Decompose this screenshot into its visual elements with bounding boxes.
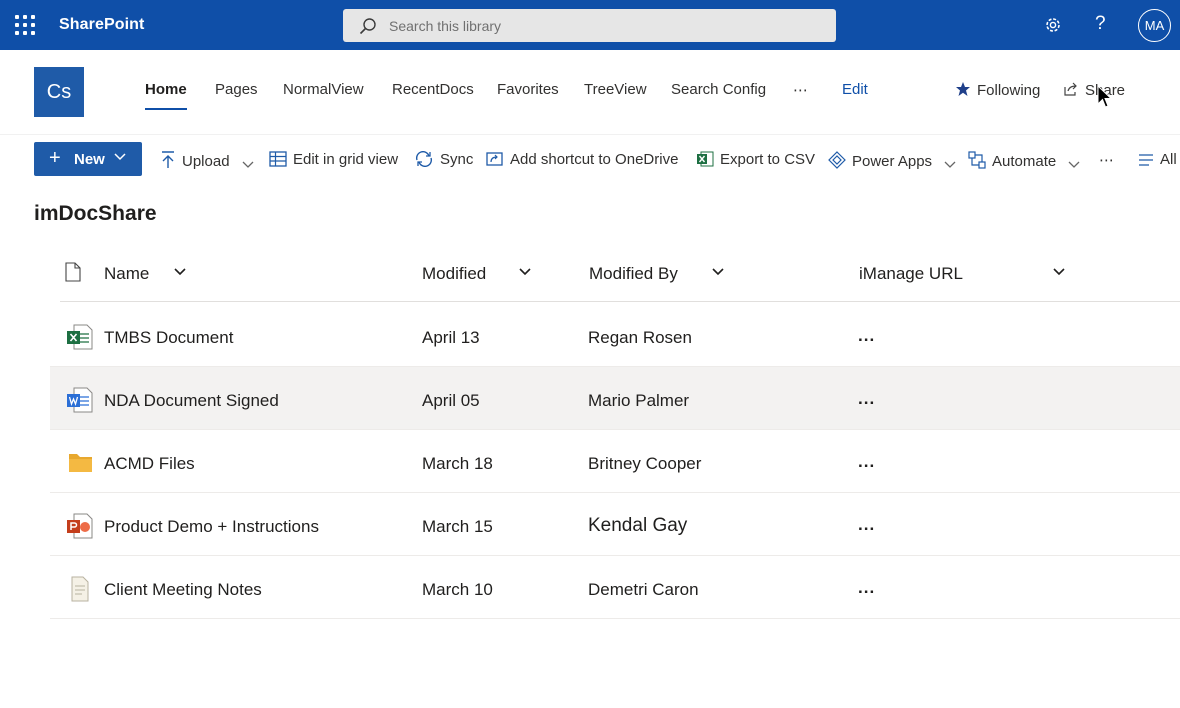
chevron-down-icon: [114, 153, 126, 161]
table-row[interactable]: ACMD Files March 18 Britney Cooper ...: [50, 430, 1180, 493]
imanage-url[interactable]: ...: [858, 389, 875, 409]
folder-icon: [69, 454, 92, 472]
nav-normalview[interactable]: NormalView: [283, 81, 364, 98]
modified-date: April 13: [422, 328, 480, 347]
plus-icon: +: [49, 147, 61, 169]
chevron-down-icon[interactable]: [1053, 268, 1065, 276]
imanage-url[interactable]: ...: [858, 578, 875, 598]
excel-file-icon: [67, 324, 93, 350]
shortcut-icon: [486, 152, 503, 166]
nav-recentdocs[interactable]: RecentDocs: [392, 81, 474, 98]
search-box[interactable]: Search this library: [343, 9, 836, 42]
share-icon: [1064, 82, 1077, 96]
search-icon: [359, 18, 376, 35]
csv-label: Export to CSV: [720, 151, 816, 168]
following-button[interactable]: Following: [955, 81, 1040, 99]
file-name[interactable]: Product Demo + Instructions: [104, 517, 319, 537]
file-name[interactable]: ACMD Files: [104, 454, 195, 474]
star-icon: [956, 82, 970, 96]
column-header-name[interactable]: Name: [104, 264, 149, 284]
export-csv-button[interactable]: Export to CSV: [696, 151, 815, 168]
modified-by[interactable]: Kendal Gay: [588, 515, 687, 537]
nav-more-button[interactable]: ⋯: [793, 81, 808, 99]
nav-treeview[interactable]: TreeView: [584, 81, 647, 98]
excel-icon: [697, 151, 714, 167]
table-row[interactable]: Product Demo + Instructions March 15 Ken…: [50, 493, 1180, 556]
app-launcher-icon[interactable]: [15, 15, 35, 35]
file-name[interactable]: TMBS Document: [104, 328, 233, 348]
power-apps-icon: [828, 151, 846, 169]
file-name[interactable]: Client Meeting Notes: [104, 580, 262, 600]
powerpoint-file-icon: [67, 513, 93, 539]
automate-icon: [968, 151, 986, 169]
header-divider: [60, 301, 1180, 302]
modified-date: March 10: [422, 580, 493, 599]
page-title: imDocShare: [34, 202, 157, 225]
modified-date: March 15: [422, 517, 493, 536]
imanage-url[interactable]: ...: [858, 452, 875, 472]
nav-favorites[interactable]: Favorites: [497, 81, 559, 98]
word-file-icon: [67, 387, 93, 413]
modified-by[interactable]: Britney Cooper: [588, 454, 701, 474]
chevron-down-icon[interactable]: [174, 268, 186, 276]
imanage-url[interactable]: ...: [858, 326, 875, 346]
column-header-modified-by[interactable]: Modified By: [589, 264, 678, 284]
view-label: All: [1160, 151, 1177, 168]
power-apps-button[interactable]: Power Apps: [828, 151, 962, 170]
modified-by[interactable]: Regan Rosen: [588, 328, 692, 348]
grid-label: Edit in grid view: [293, 151, 399, 168]
upload-button[interactable]: Upload: [160, 151, 260, 170]
avatar[interactable]: MA: [1138, 9, 1171, 42]
grid-icon: [269, 151, 287, 167]
table-row[interactable]: Client Meeting Notes March 10 Demetri Ca…: [50, 556, 1180, 619]
upload-label: Upload: [182, 153, 230, 170]
sync-button[interactable]: Sync: [414, 150, 474, 168]
add-shortcut-button[interactable]: Add shortcut to OneDrive: [486, 151, 678, 168]
imanage-url[interactable]: ...: [858, 515, 875, 535]
following-label: Following: [977, 82, 1041, 99]
nav-home[interactable]: Home: [145, 81, 187, 110]
power-apps-label: Power Apps: [852, 153, 933, 170]
share-button[interactable]: Share: [1063, 81, 1125, 99]
command-bar-divider: [0, 134, 1180, 135]
view-switcher[interactable]: All: [1138, 151, 1177, 168]
gear-icon[interactable]: [1043, 15, 1063, 35]
modified-date: April 05: [422, 391, 480, 410]
mouse-pointer-icon: [1097, 85, 1113, 108]
sync-icon: [415, 150, 433, 168]
edit-grid-button[interactable]: Edit in grid view: [269, 151, 398, 168]
chevron-down-icon: [242, 161, 254, 168]
file-name[interactable]: NDA Document Signed: [104, 391, 279, 411]
upload-icon: [162, 151, 174, 168]
column-header-imanage-url[interactable]: iManage URL: [859, 264, 963, 284]
chevron-down-icon: [1068, 161, 1080, 168]
modified-date: March 18: [422, 454, 493, 473]
nav-pages[interactable]: Pages: [215, 81, 258, 98]
sync-label: Sync: [440, 151, 474, 168]
text-file-icon: [71, 576, 89, 602]
site-logo[interactable]: Cs: [34, 67, 84, 117]
automate-label: Automate: [992, 153, 1057, 170]
table-row[interactable]: NDA Document Signed April 05 Mario Palme…: [50, 367, 1180, 430]
modified-by[interactable]: Demetri Caron: [588, 580, 699, 600]
list-icon: [1139, 154, 1153, 166]
chevron-down-icon[interactable]: [519, 268, 531, 276]
app-name[interactable]: SharePoint: [59, 16, 144, 34]
suite-bar: SharePoint Search this library ? MA: [0, 0, 1180, 50]
shortcut-label: Add shortcut to OneDrive: [510, 151, 679, 168]
search-input[interactable]: Search this library: [389, 18, 501, 34]
column-header-modified[interactable]: Modified: [422, 264, 486, 284]
nav-edit-link[interactable]: Edit: [842, 81, 868, 98]
chevron-down-icon[interactable]: [712, 268, 724, 276]
help-icon[interactable]: ?: [1095, 13, 1106, 35]
nav-search-config[interactable]: Search Config: [671, 81, 766, 98]
automate-button[interactable]: Automate: [968, 151, 1086, 170]
modified-by[interactable]: Mario Palmer: [588, 391, 689, 411]
new-label: New: [74, 151, 105, 168]
table-row[interactable]: TMBS Document April 13 Regan Rosen ...: [50, 304, 1180, 367]
file-type-icon[interactable]: [65, 262, 81, 282]
chevron-down-icon: [944, 161, 956, 168]
new-button[interactable]: + New: [34, 142, 142, 176]
more-commands-button[interactable]: ⋯: [1099, 151, 1114, 169]
